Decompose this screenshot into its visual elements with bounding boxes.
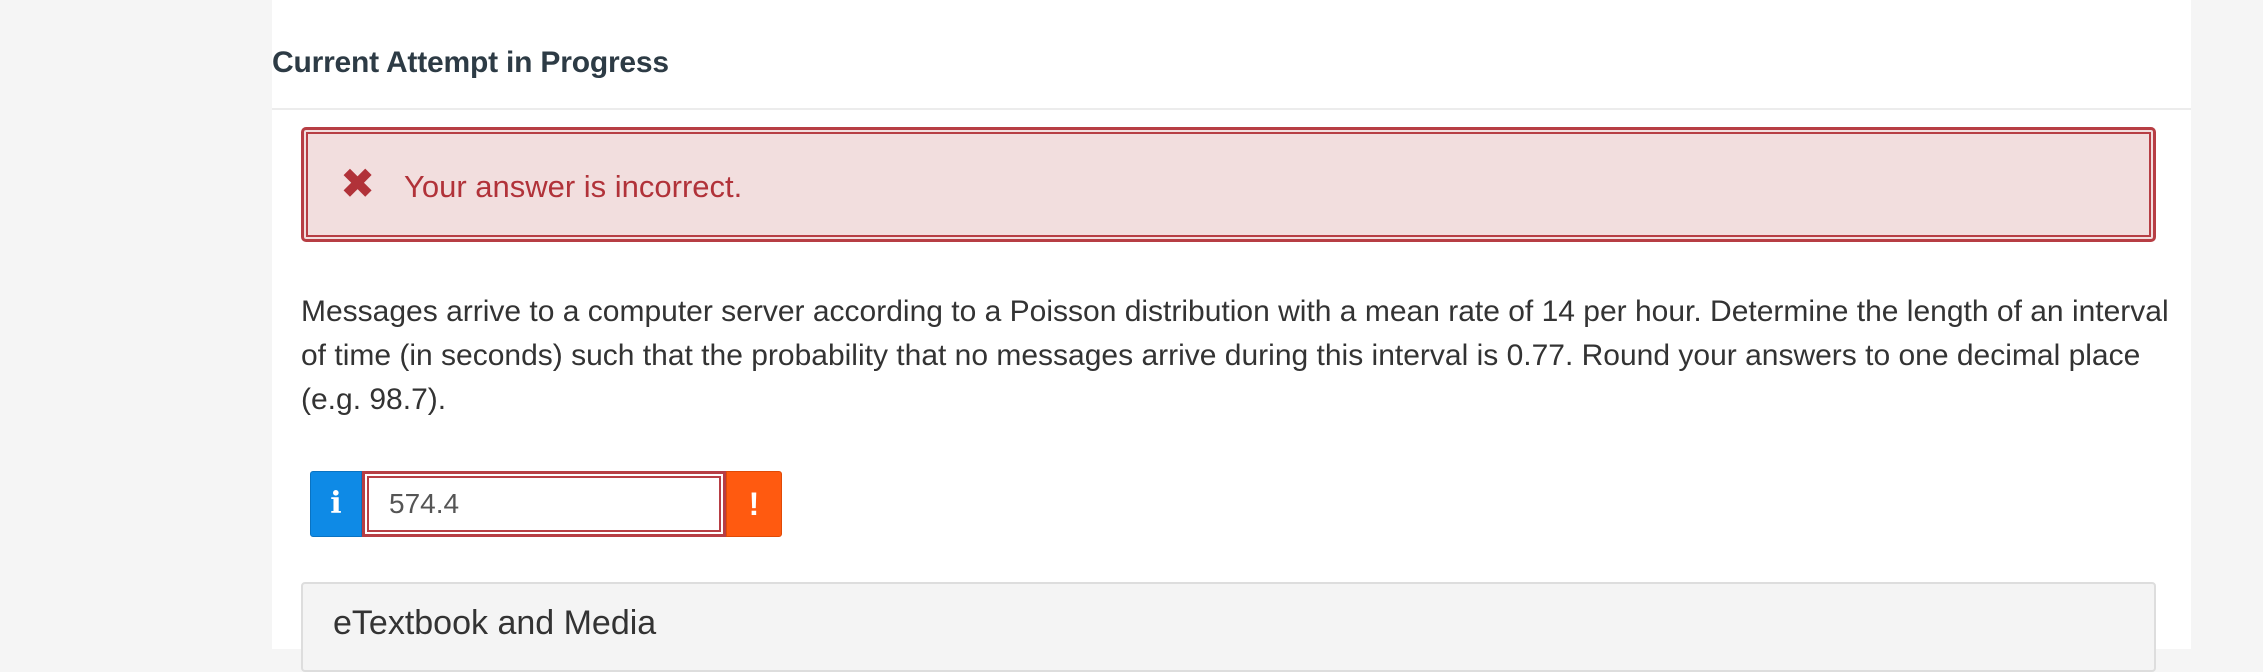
close-x-icon: ✖ — [340, 160, 376, 207]
incorrect-alert: ✖ Your answer is incorrect. — [301, 127, 2156, 242]
info-icon[interactable]: i — [310, 471, 362, 537]
exclamation-icon[interactable]: ! — [726, 471, 782, 537]
answer-input[interactable] — [362, 471, 726, 537]
alert-message: Your answer is incorrect. — [404, 169, 743, 204]
media-panel-title: eTextbook and Media — [333, 604, 657, 642]
question-text: Messages arrive to a computer server acc… — [301, 295, 2169, 416]
etextbook-media-panel[interactable]: eTextbook and Media — [301, 582, 2156, 672]
quiz-page: Current Attempt in Progress ✖ Your answe… — [272, 0, 2191, 672]
answer-row: i ! — [310, 471, 782, 537]
heading-divider — [272, 108, 2191, 110]
attempt-heading: Current Attempt in Progress — [272, 46, 669, 79]
